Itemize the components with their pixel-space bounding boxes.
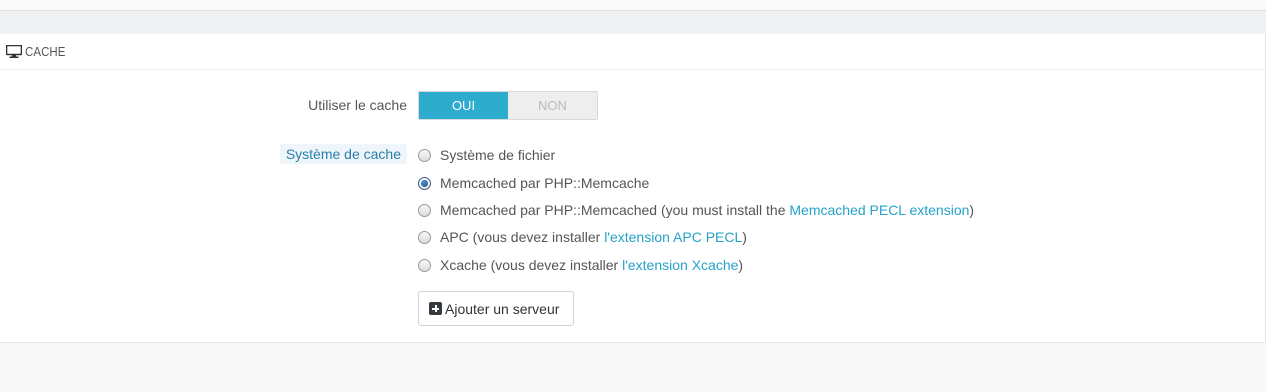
cache-option-file[interactable]: Système de fichier — [418, 147, 555, 163]
use-cache-no[interactable]: NON — [508, 92, 597, 119]
radio-button[interactable] — [418, 258, 431, 272]
radio-button-checked[interactable] — [418, 176, 431, 190]
option-label: APC (vous devez installer — [440, 229, 605, 245]
cache-system-label-text: Système de cache — [279, 144, 407, 164]
option-label: Xcache (vous devez installer — [440, 257, 623, 273]
cache-option-xcache[interactable]: Xcache (vous devez installer l'extension… — [418, 257, 743, 273]
xcache-link[interactable]: l'extension Xcache — [622, 257, 738, 273]
top-strip — [0, 0, 1266, 10]
option-label: Memcached par PHP::Memcached (you must i… — [440, 202, 790, 218]
radio-button[interactable] — [418, 148, 431, 162]
cache-system-label: Système de cache — [279, 144, 407, 164]
radio-button[interactable] — [418, 230, 431, 244]
use-cache-switch[interactable]: OUI NON — [418, 91, 598, 120]
panel-heading: CACHE — [0, 34, 1265, 70]
add-server-button[interactable]: Ajouter un serveur — [418, 291, 574, 326]
cache-option-apc[interactable]: APC (vous devez installer l'extension AP… — [418, 229, 747, 245]
option-suffix: ) — [969, 202, 975, 218]
toolbar-strip — [0, 10, 1266, 35]
option-label: Memcached par PHP::Memcache — [440, 175, 650, 191]
cache-panel: CACHE Utiliser le cache OUI NON Système … — [0, 34, 1266, 343]
cache-option-memcache[interactable]: Memcached par PHP::Memcache — [418, 175, 649, 191]
panel-title: CACHE — [25, 44, 66, 59]
use-cache-yes[interactable]: OUI — [419, 92, 508, 119]
option-suffix: ) — [738, 257, 744, 273]
option-suffix: ) — [742, 229, 747, 245]
apc-pecl-link[interactable]: l'extension APC PECL — [604, 229, 742, 245]
cache-option-memcached[interactable]: Memcached par PHP::Memcached (you must i… — [418, 202, 974, 218]
memcached-pecl-link[interactable]: Memcached PECL extension — [789, 202, 969, 218]
use-cache-label: Utiliser le cache — [308, 97, 407, 113]
radio-button[interactable] — [418, 203, 431, 217]
add-server-label: Ajouter un serveur — [445, 300, 560, 317]
plus-square-icon — [429, 302, 442, 315]
option-label: Système de fichier — [440, 147, 556, 163]
desktop-icon — [6, 45, 22, 59]
